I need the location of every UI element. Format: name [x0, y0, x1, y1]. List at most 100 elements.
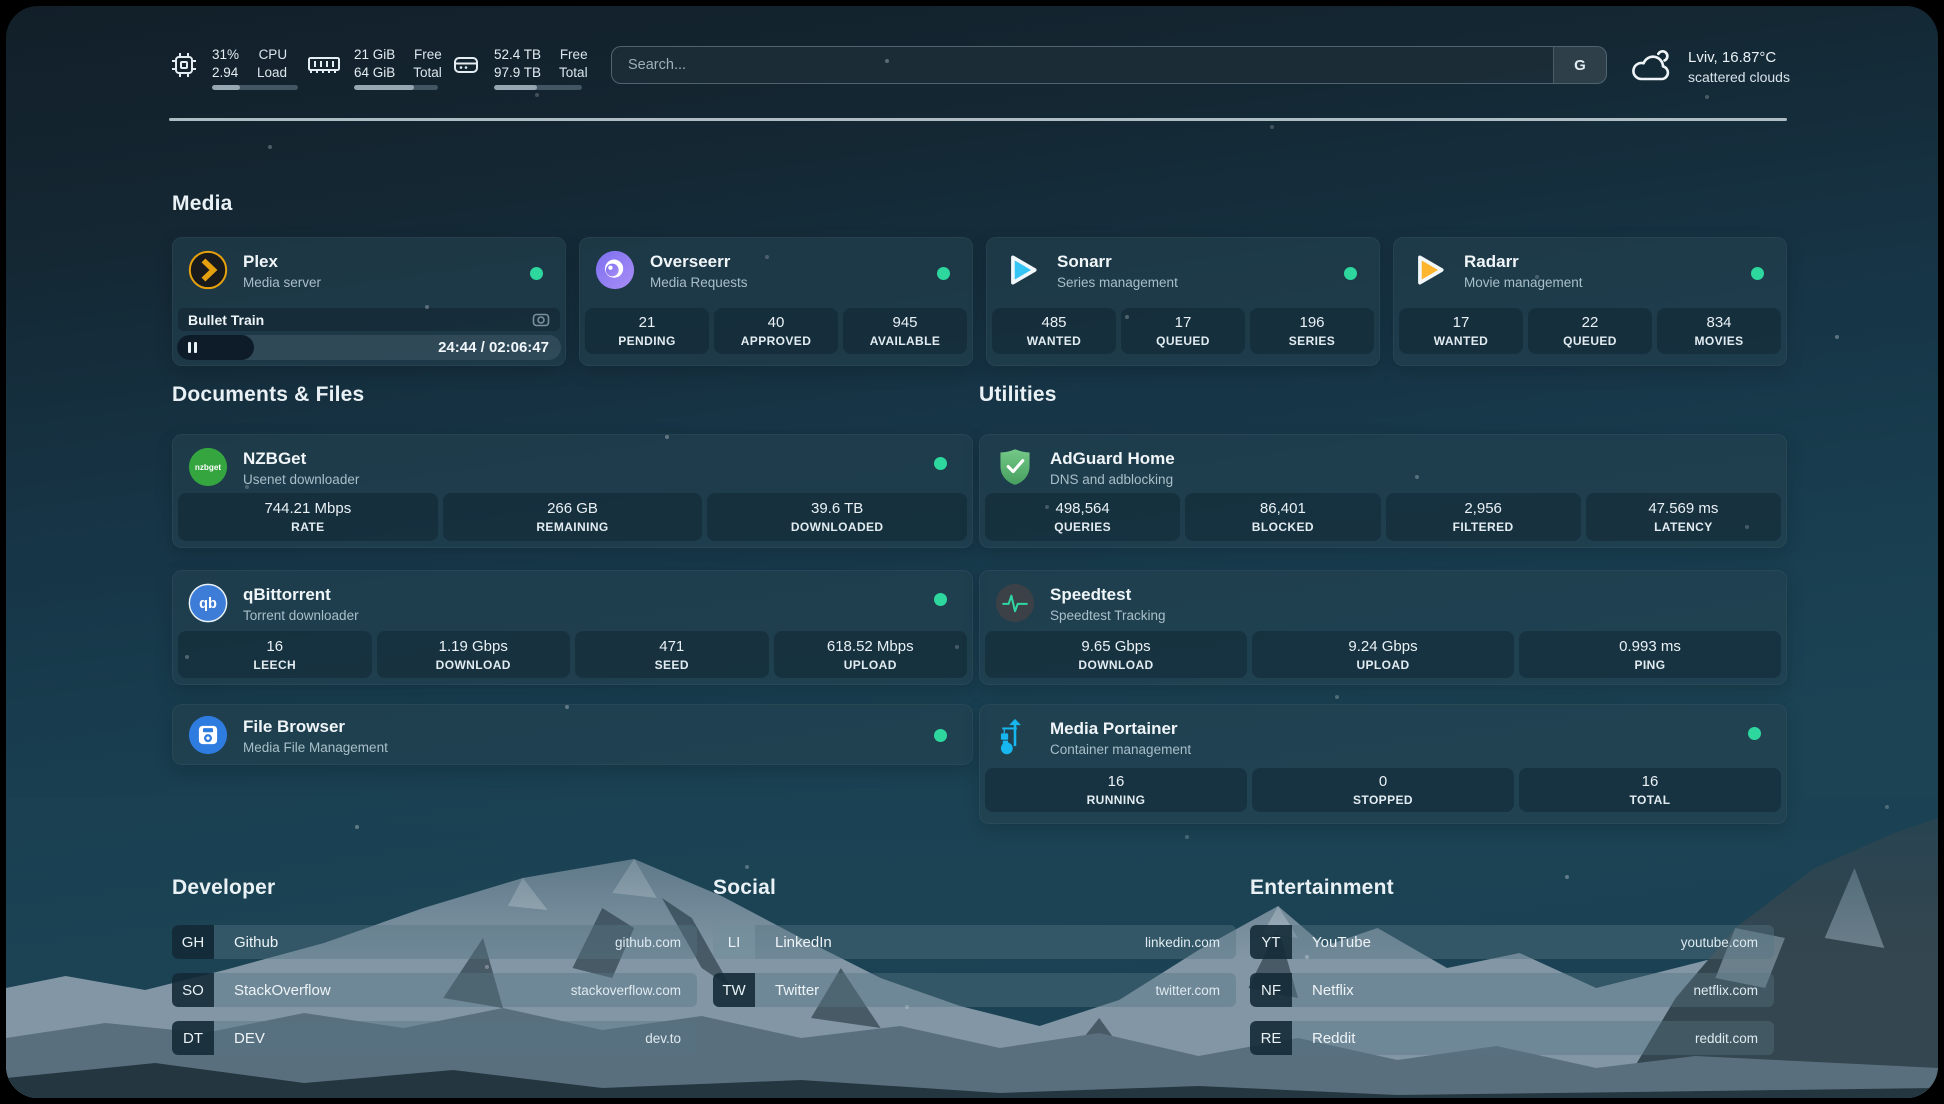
search-input[interactable] [612, 47, 1553, 83]
bookmark-name: LinkedIn [775, 934, 832, 951]
status-dot [1751, 267, 1764, 280]
stat-blocked: 86,401 BLOCKED [1185, 493, 1380, 541]
disk-progress-bar [494, 85, 582, 90]
stat-queries: 498,564 QUERIES [985, 493, 1180, 541]
stat-value: 39.6 TB [811, 500, 863, 517]
qbittorrent-card[interactable]: qb qBittorrent Torrent downloader 16 LEE… [172, 570, 973, 685]
playback-elapsed-pill [177, 335, 254, 360]
portainer-card[interactable]: Media Portainer Container management 16 … [979, 704, 1787, 824]
filebrowser-card[interactable]: File Browser Media File Management [172, 704, 973, 765]
bookmark-netflix[interactable]: NF Netflix netflix.com [1250, 973, 1774, 1007]
stat-wanted: 17 WANTED [1399, 308, 1523, 354]
stat-label: TOTAL [1630, 793, 1671, 807]
app-description: Usenet downloader [243, 472, 359, 487]
snow-specks [6, 6, 8, 8]
stat-stopped: 0 STOPPED [1252, 768, 1514, 812]
app-name: AdGuard Home [1050, 448, 1175, 469]
nzbget-icon: nzbget [188, 447, 228, 487]
stat-label: FILTERED [1453, 520, 1514, 534]
weather-text: Lviv, 16.87°C scattered clouds [1688, 48, 1790, 87]
app-name: Overseerr [650, 251, 748, 272]
playback-progress-bar[interactable]: 24:44 / 02:06:47 [177, 335, 561, 360]
overseerr-icon [595, 250, 635, 290]
stat-value: 22 [1582, 314, 1599, 331]
memory-total-label: Total [413, 64, 442, 81]
weather-widget: Lviv, 16.87°C scattered clouds [1628, 48, 1790, 87]
stat-label: UPLOAD [1356, 658, 1409, 672]
stat-upload: 618.52 Mbps UPLOAD [774, 631, 968, 678]
section-title-developer: Developer [172, 876, 275, 900]
status-dot [937, 267, 950, 280]
memory-free-label: Free [413, 46, 442, 63]
stat-label: QUEUED [1156, 334, 1210, 348]
stat-label: STOPPED [1353, 793, 1413, 807]
speedtest-card[interactable]: Speedtest Speedtest Tracking 9.65 Gbps D… [979, 570, 1787, 685]
bookmark-github[interactable]: GH Github github.com [172, 925, 697, 959]
bookmark-url: stackoverflow.com [571, 983, 681, 998]
weather-condition: scattered clouds [1688, 68, 1790, 87]
app-description: Media File Management [243, 740, 388, 755]
stat-label: DOWNLOADED [791, 520, 884, 534]
nzbget-card[interactable]: nzbget NZBGet Usenet downloader 744.21 M… [172, 434, 973, 548]
bookmark-dev[interactable]: DT DEV dev.to [172, 1021, 697, 1055]
filebrowser-icon [188, 715, 228, 755]
sonarr-card[interactable]: Sonarr Series management 485 WANTED 17 Q… [986, 237, 1380, 366]
stat-wanted: 485 WANTED [992, 308, 1116, 354]
stat-value: 196 [1299, 314, 1324, 331]
ram-icon [306, 49, 342, 79]
speedtest-icon [995, 583, 1035, 623]
stat-value: 471 [659, 638, 684, 655]
stat-value: 485 [1041, 314, 1066, 331]
nzbget-header-text: NZBGet Usenet downloader [243, 447, 359, 487]
stat-value: 266 GB [547, 500, 598, 517]
app-description: Torrent downloader [243, 608, 359, 623]
topbar-divider [169, 118, 1787, 121]
stat-label: SERIES [1289, 334, 1335, 348]
stat-value: 618.52 Mbps [827, 638, 914, 655]
bookmark-abbr: SO [172, 973, 214, 1007]
memory-stats-text: 21 GiB Free 64 GiB Total [354, 46, 442, 81]
bookmark-url: github.com [615, 935, 681, 950]
plex-card[interactable]: Plex Media server Bullet Train 24:44 / 0… [172, 237, 566, 366]
bookmark-abbr: YT [1250, 925, 1292, 959]
section-title-social: Social [713, 876, 776, 900]
bookmark-url: dev.to [645, 1031, 681, 1046]
stat-label: WANTED [1434, 334, 1488, 348]
adguard-icon [995, 447, 1035, 487]
status-dot [934, 593, 947, 606]
stat-value: 0.993 ms [1619, 638, 1681, 655]
search-provider-button[interactable]: G [1553, 47, 1606, 83]
stat-value: 16 [1642, 773, 1659, 790]
bookmark-name: Twitter [775, 982, 819, 999]
stat-label: DOWNLOAD [436, 658, 511, 672]
memory-free-value: 21 GiB [354, 46, 395, 63]
stat-rate: 744.21 Mbps RATE [178, 493, 438, 541]
radarr-header-text: Radarr Movie management [1464, 250, 1583, 290]
stats-row: 16 RUNNING 0 STOPPED 16 TOTAL [985, 768, 1781, 812]
svg-text:nzbget: nzbget [195, 463, 222, 472]
dashboard-screen: 31% CPU 2.94 Load 21 GiB Free 64 GiB Tot… [6, 6, 1938, 1098]
bookmark-twitter[interactable]: TW Twitter twitter.com [713, 973, 1236, 1007]
app-description: Movie management [1464, 275, 1583, 290]
app-name: Plex [243, 251, 321, 272]
radarr-card[interactable]: Radarr Movie management 17 WANTED 22 QUE… [1393, 237, 1787, 366]
stat-total: 16 TOTAL [1519, 768, 1781, 812]
bookmark-youtube[interactable]: YT YouTube youtube.com [1250, 925, 1774, 959]
bookmark-url: twitter.com [1155, 983, 1220, 998]
bookmark-linkedin[interactable]: LI LinkedIn linkedin.com [713, 925, 1236, 959]
cpu-icon [168, 49, 200, 81]
section-title-documents: Documents & Files [172, 383, 364, 407]
radarr-icon [1409, 250, 1449, 290]
search-bar[interactable]: G [611, 46, 1607, 84]
adguard-card[interactable]: AdGuard Home DNS and adblocking 498,564 … [979, 434, 1787, 548]
bookmark-reddit[interactable]: RE Reddit reddit.com [1250, 1021, 1774, 1055]
portainer-icon [995, 717, 1035, 757]
camera-icon[interactable] [532, 312, 550, 328]
stats-row: 744.21 Mbps RATE 266 GB REMAINING 39.6 T… [178, 493, 967, 541]
pause-icon[interactable] [188, 342, 197, 353]
stat-value: 16 [1108, 773, 1125, 790]
bookmark-stackoverflow[interactable]: SO StackOverflow stackoverflow.com [172, 973, 697, 1007]
bookmark-name: Reddit [1312, 1030, 1355, 1047]
overseerr-card[interactable]: Overseerr Media Requests 21 PENDING 40 A… [579, 237, 973, 366]
stat-download: 9.65 Gbps DOWNLOAD [985, 631, 1247, 678]
